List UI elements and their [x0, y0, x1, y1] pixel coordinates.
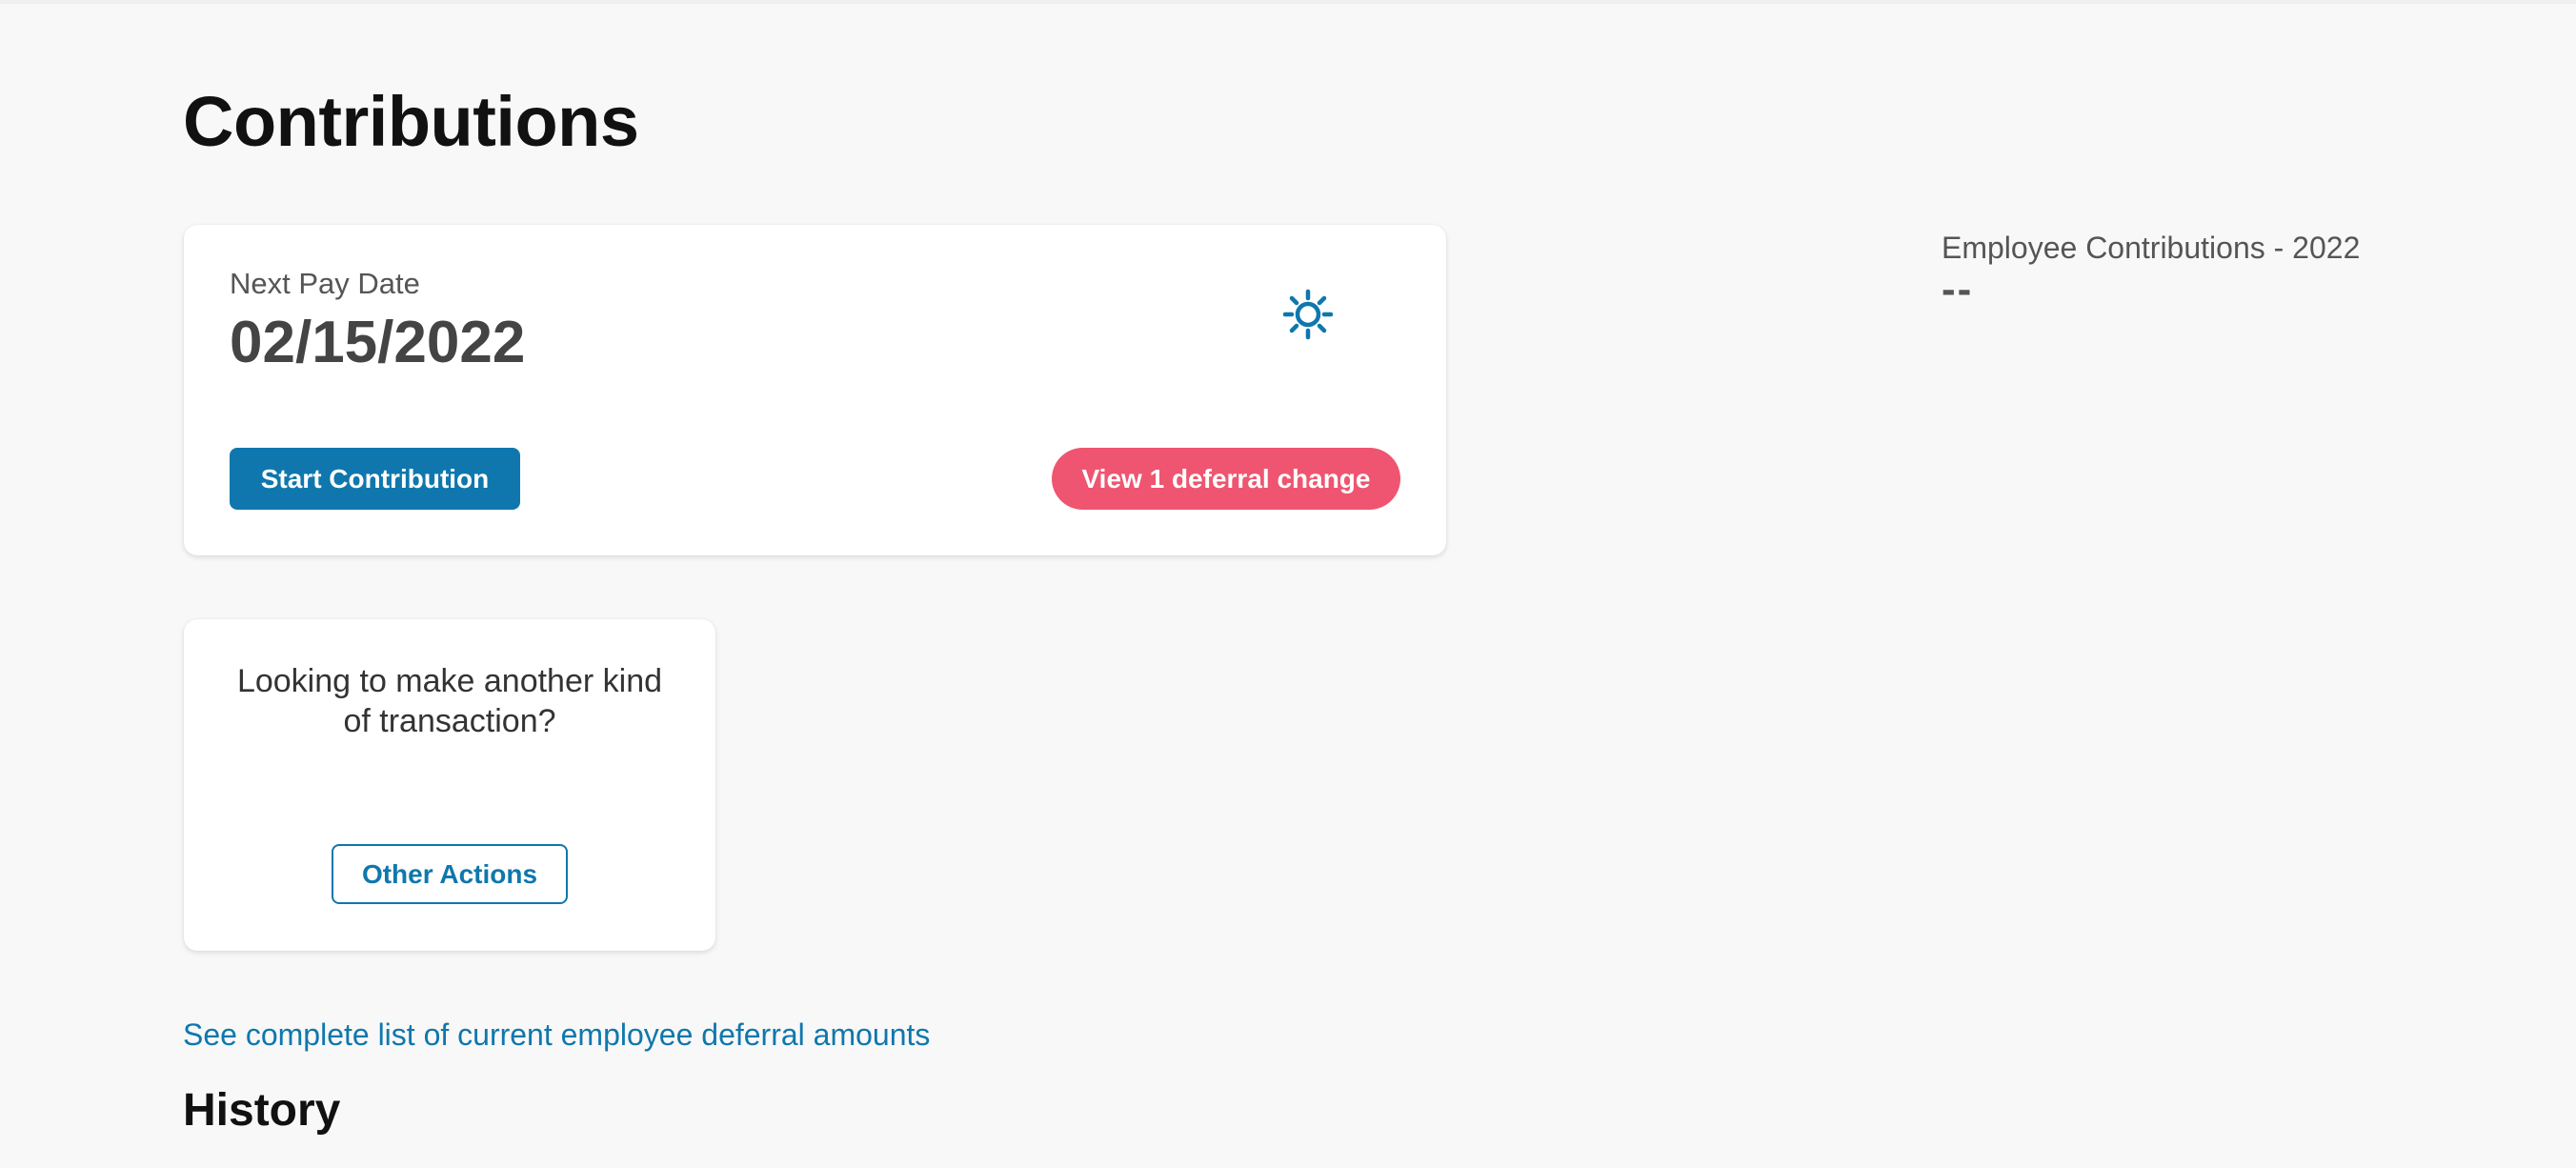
employee-contributions-summary: Employee Contributions - 2022 --: [1942, 225, 2361, 312]
history-heading: History: [183, 1085, 341, 1136]
other-transaction-prompt: Looking to make another kind of transact…: [236, 663, 663, 739]
start-contribution-button[interactable]: Start Contribution: [230, 448, 520, 510]
gear-icon[interactable]: [1281, 288, 1335, 341]
employee-contributions-value: --: [1942, 266, 1974, 312]
page-title: Contributions: [183, 82, 639, 161]
next-pay-date-card: Next Pay Date 02/15/2022 Start Contribut…: [184, 225, 1446, 555]
other-actions-button[interactable]: Other Actions: [332, 844, 568, 904]
next-pay-date-label: Next Pay Date: [230, 267, 420, 300]
other-actions-card: Looking to make another kind of transact…: [184, 619, 715, 951]
deferral-amounts-link[interactable]: See complete list of current employee de…: [183, 1015, 930, 1055]
view-deferral-change-button[interactable]: View 1 deferral change: [1052, 448, 1400, 510]
next-pay-date-value: 02/15/2022: [230, 310, 526, 375]
gear-icon-graphic: [1282, 289, 1334, 340]
top-divider: [0, 0, 2576, 4]
employee-contributions-label: Employee Contributions - 2022: [1942, 231, 2361, 265]
